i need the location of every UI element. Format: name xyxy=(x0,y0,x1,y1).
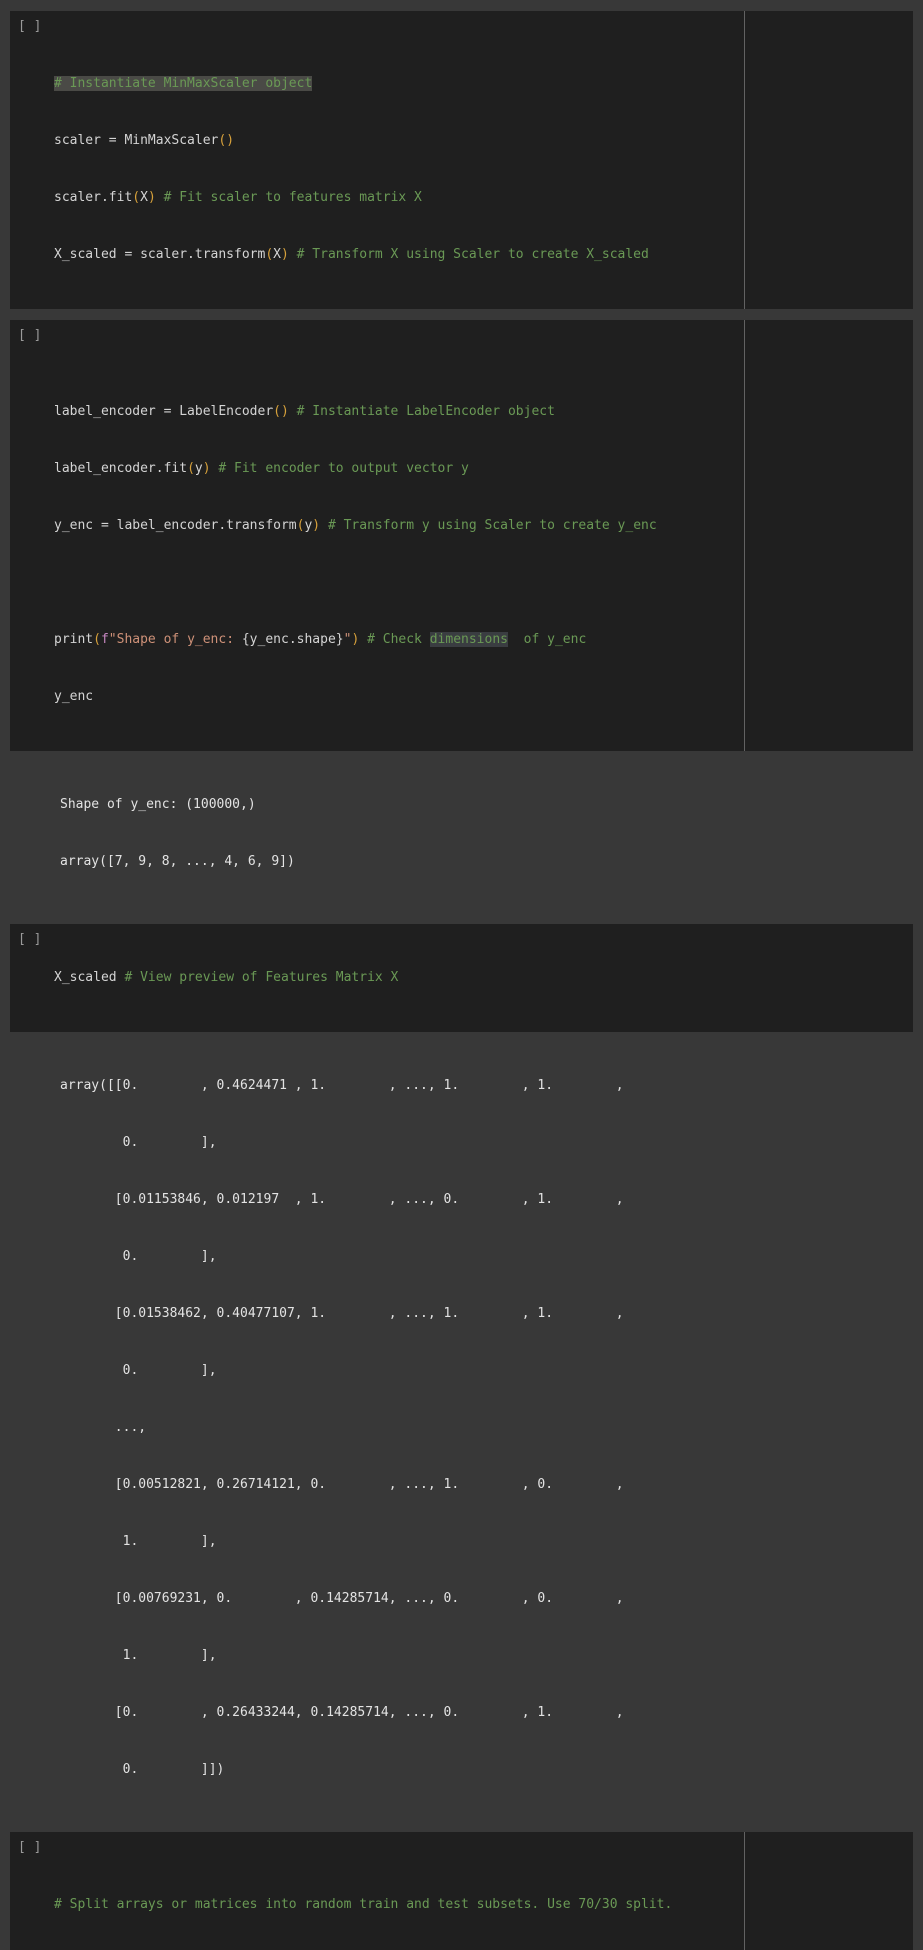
code-editor[interactable]: label_encoder = LabelEncoder() # Instant… xyxy=(54,320,913,751)
output-line: [0.00512821, 0.26714121, 0. , ..., 1. , … xyxy=(60,1477,624,1492)
code-line: # Instantiate MinMaxScaler object xyxy=(54,76,313,91)
code-line: print(f"Shape of y_enc: {y_enc.shape}") … xyxy=(54,632,587,647)
code-line: scaler = MinMaxScaler() xyxy=(54,133,235,148)
output-line: 1. ], xyxy=(60,1648,217,1663)
output-line: array([7, 9, 8, ..., 4, 6, 9]) xyxy=(60,854,295,869)
output-line: 1. ], xyxy=(60,1534,217,1549)
cell-output-3: array([[0. , 0.4624471 , 1. , ..., 1. , … xyxy=(10,1032,913,1823)
cell-prompt[interactable]: [ ] xyxy=(10,11,54,36)
output-line: [0. , 0.26433244, 0.14285714, ..., 0. , … xyxy=(60,1705,624,1720)
output-line: [0.01538462, 0.40477107, 1. , ..., 1. , … xyxy=(60,1306,624,1321)
output-line: 0. ], xyxy=(60,1363,217,1378)
output-line: Shape of y_enc: (100000,) xyxy=(60,797,256,812)
vertical-ruler xyxy=(744,1832,745,1950)
notebook-canvas: [ ] # Instantiate MinMaxScaler object sc… xyxy=(0,0,923,1950)
cell-prompt[interactable]: [ ] xyxy=(10,924,54,949)
cell-gap xyxy=(0,1823,923,1832)
output-line: [0.00769231, 0. , 0.14285714, ..., 0. , … xyxy=(60,1591,624,1606)
code-line: y_enc = label_encoder.transform(y) # Tra… xyxy=(54,518,657,533)
code-cell-1[interactable]: [ ] # Instantiate MinMaxScaler object sc… xyxy=(10,11,913,309)
cell-gap xyxy=(0,0,923,11)
code-editor[interactable]: # Split arrays or matrices into random t… xyxy=(54,1832,913,1950)
vertical-ruler xyxy=(744,11,745,309)
output-line: array([[0. , 0.4624471 , 1. , ..., 1. , … xyxy=(60,1078,624,1093)
cell-prompt[interactable]: [ ] xyxy=(10,1832,54,1857)
code-line: X_scaled # View preview of Features Matr… xyxy=(54,970,399,985)
code-line: scaler.fit(X) # Fit scaler to features m… xyxy=(54,190,422,205)
code-line: # Split arrays or matrices into random t… xyxy=(54,1897,673,1912)
cell-gap xyxy=(0,309,923,320)
code-editor[interactable]: X_scaled # View preview of Features Matr… xyxy=(54,924,913,1032)
cell-prompt[interactable]: [ ] xyxy=(10,320,54,345)
code-editor[interactable]: # Instantiate MinMaxScaler object scaler… xyxy=(54,11,913,309)
cell-output-2: Shape of y_enc: (100000,) array([7, 9, 8… xyxy=(10,751,913,915)
code-line: label_encoder.fit(y) # Fit encoder to ou… xyxy=(54,461,469,476)
cell-gap xyxy=(0,915,923,924)
output-line: 0. ], xyxy=(60,1249,217,1264)
code-line: X_scaled = scaler.transform(X) # Transfo… xyxy=(54,247,649,262)
code-line: label_encoder = LabelEncoder() # Instant… xyxy=(54,404,555,419)
output-line: ..., xyxy=(60,1420,147,1435)
output-line: 0. ]]) xyxy=(60,1762,225,1777)
output-line: 0. ], xyxy=(60,1135,217,1150)
code-line: y_enc xyxy=(54,689,94,704)
code-cell-2[interactable]: [ ] label_encoder = LabelEncoder() # Ins… xyxy=(10,320,913,751)
code-cell-4[interactable]: [ ] # Split arrays or matrices into rand… xyxy=(10,1832,913,1950)
code-cell-3[interactable]: [ ] X_scaled # View preview of Features … xyxy=(10,924,913,1032)
output-line: [0.01153846, 0.012197 , 1. , ..., 0. , 1… xyxy=(60,1192,624,1207)
